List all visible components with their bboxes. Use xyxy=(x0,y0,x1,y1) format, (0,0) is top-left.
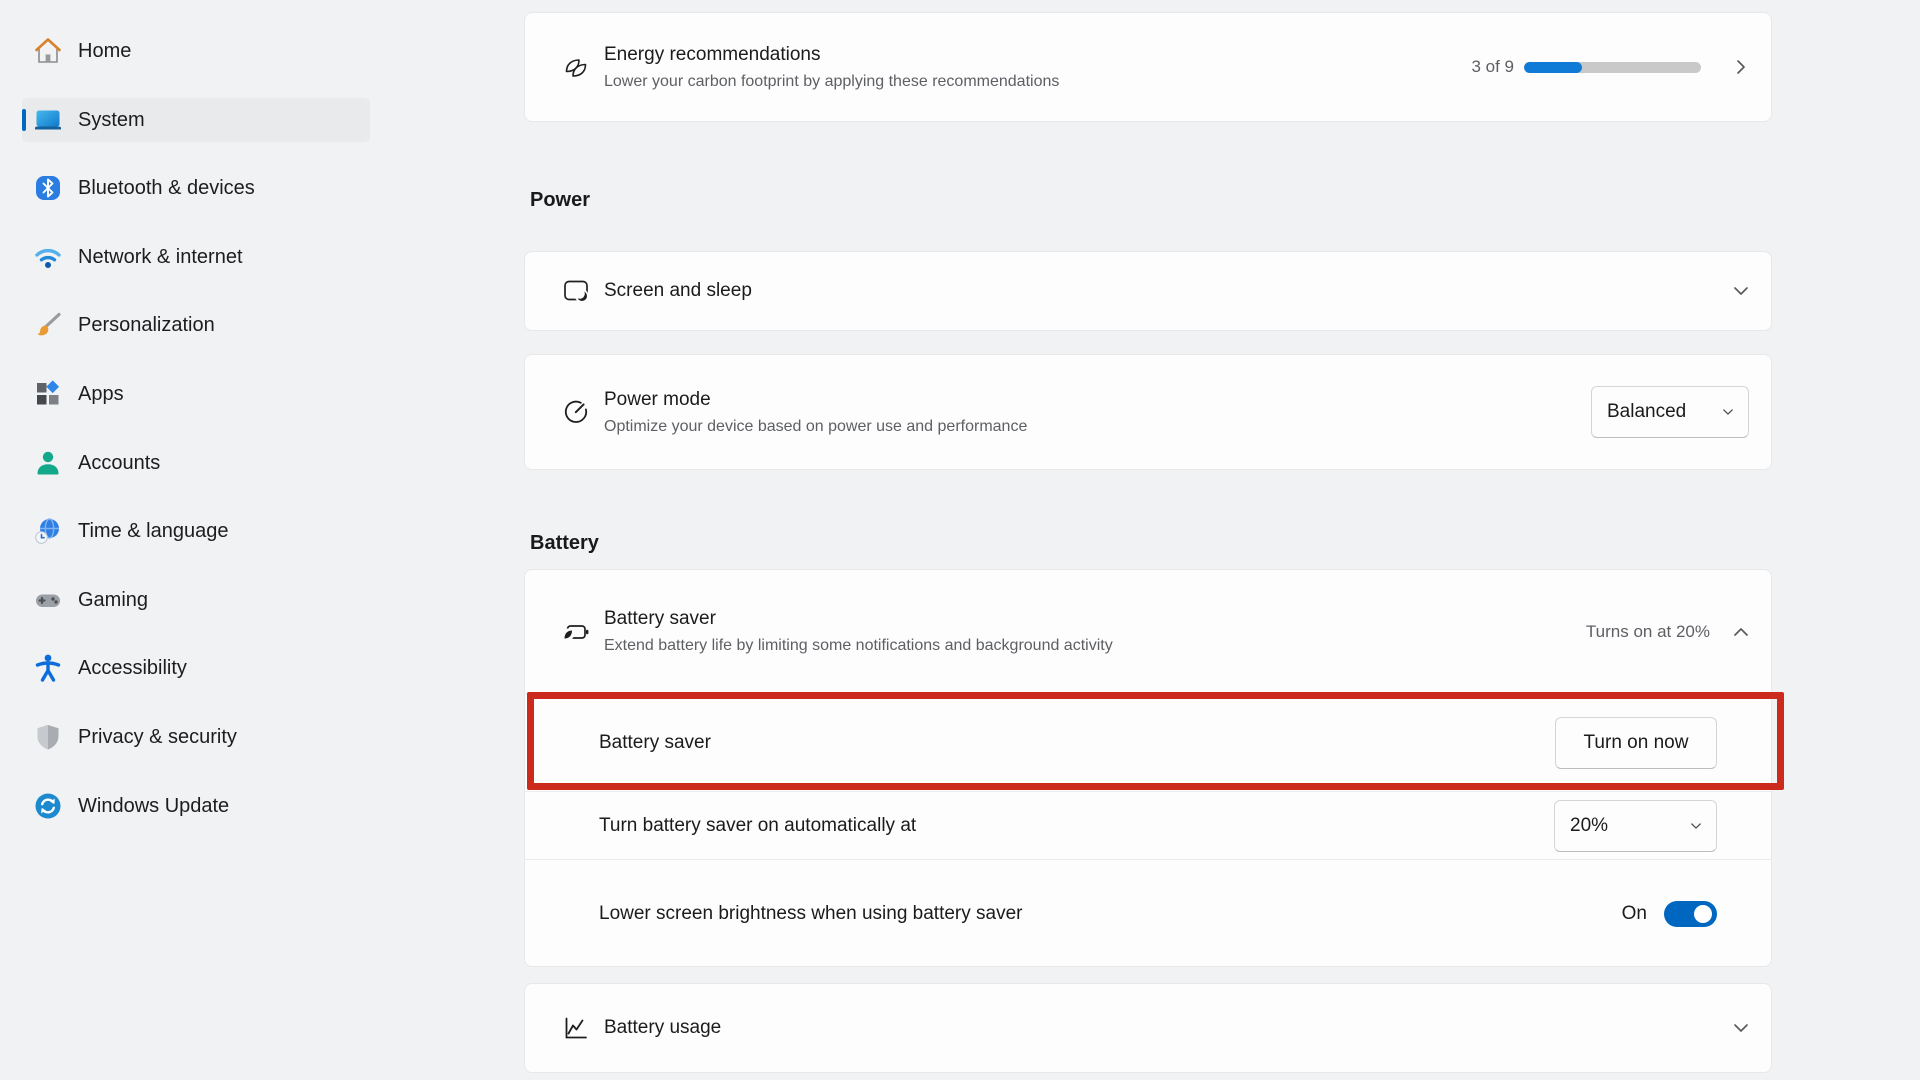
accounts-icon xyxy=(33,448,63,478)
power-section-header: Power xyxy=(530,189,590,212)
energy-progress-fill xyxy=(1524,62,1582,73)
chevron-down-icon xyxy=(1689,819,1703,833)
sidebar-item-label: Gaming xyxy=(78,589,148,612)
toggle-knob xyxy=(1694,905,1712,923)
sidebar-item-label: Accessibility xyxy=(78,657,187,680)
sidebar-item-gaming[interactable]: Gaming xyxy=(22,578,370,622)
sidebar-item-time-language[interactable]: Time & language xyxy=(22,509,370,553)
energy-recommendations-card[interactable]: Energy recommendations Lower your carbon… xyxy=(524,12,1772,122)
sidebar-item-label: Home xyxy=(78,40,131,63)
sidebar-item-label: Apps xyxy=(78,383,124,406)
sidebar-item-personalization[interactable]: Personalization xyxy=(22,303,370,347)
sidebar-item-label: System xyxy=(78,109,145,132)
sidebar-item-label: Bluetooth & devices xyxy=(78,177,255,200)
battery-saver-auto-dropdown[interactable]: 20% xyxy=(1554,800,1717,852)
sidebar-item-label: Network & internet xyxy=(78,246,243,269)
power-mode-card: Power mode Optimize your device based on… xyxy=(524,354,1772,470)
screen-and-sleep-title: Screen and sleep xyxy=(604,279,1731,303)
sidebar: Home System Bluetooth & devices xyxy=(0,0,430,1080)
accessibility-icon xyxy=(33,653,63,683)
battery-saver-auto-value: 20% xyxy=(1570,815,1608,837)
battery-usage-title: Battery usage xyxy=(604,1016,1731,1040)
battery-saver-row-label: Battery saver xyxy=(599,732,1555,754)
chevron-up-icon[interactable] xyxy=(1731,622,1751,642)
battery-saver-expander-header[interactable]: Battery saver Extend battery life by lim… xyxy=(525,570,1771,693)
battery-saver-subtitle: Extend battery life by limiting some not… xyxy=(604,636,1586,656)
chevron-down-icon xyxy=(1721,405,1735,419)
settings-window: Home System Bluetooth & devices xyxy=(0,0,1920,1080)
sidebar-item-label: Windows Update xyxy=(78,795,229,818)
system-icon xyxy=(33,105,63,135)
sidebar-item-windows-update[interactable]: Windows Update xyxy=(22,784,370,828)
sidebar-item-system[interactable]: System xyxy=(22,98,370,142)
energy-recommendations-icon xyxy=(561,52,591,82)
sidebar-item-label: Personalization xyxy=(78,314,215,337)
battery-saver-auto-label: Turn battery saver on automatically at xyxy=(599,815,1554,837)
sidebar-item-home[interactable]: Home xyxy=(22,29,370,73)
sidebar-item-privacy[interactable]: Privacy & security xyxy=(22,715,370,759)
battery-saver-title: Battery saver xyxy=(604,607,1586,631)
power-mode-subtitle: Optimize your device based on power use … xyxy=(604,417,1591,437)
toggle-state-label: On xyxy=(1622,903,1647,925)
power-mode-title: Power mode xyxy=(604,388,1591,412)
sidebar-item-bluetooth[interactable]: Bluetooth & devices xyxy=(22,166,370,210)
windows-update-icon xyxy=(33,791,63,821)
brightness-row: Lower screen brightness when using batte… xyxy=(525,859,1771,968)
chevron-down-icon[interactable] xyxy=(1731,281,1751,301)
turn-on-now-label: Turn on now xyxy=(1584,732,1689,754)
energy-recommendations-title: Energy recommendations xyxy=(604,43,1471,67)
energy-progress-bar xyxy=(1524,62,1701,73)
gaming-icon xyxy=(33,585,63,615)
power-mode-dropdown-value: Balanced xyxy=(1607,401,1686,423)
selected-accent-bar xyxy=(22,109,26,131)
brightness-toggle[interactable] xyxy=(1664,901,1717,927)
sidebar-item-label: Time & language xyxy=(78,520,228,543)
sidebar-item-label: Accounts xyxy=(78,452,160,475)
apps-icon xyxy=(33,379,63,409)
network-icon xyxy=(33,242,63,272)
privacy-icon xyxy=(33,722,63,752)
battery-saver-status: Turns on at 20% xyxy=(1586,622,1710,642)
chevron-right-icon[interactable] xyxy=(1731,57,1751,77)
sidebar-item-label: Privacy & security xyxy=(78,726,237,749)
chevron-down-icon[interactable] xyxy=(1731,1018,1751,1038)
bluetooth-icon xyxy=(33,173,63,203)
power-mode-icon xyxy=(561,397,591,427)
battery-saver-auto-row: Turn battery saver on automatically at 2… xyxy=(525,791,1771,859)
battery-section-header: Battery xyxy=(530,532,599,555)
sidebar-item-network[interactable]: Network & internet xyxy=(22,235,370,279)
battery-saver-card: Battery saver Extend battery life by lim… xyxy=(524,569,1772,967)
sidebar-item-apps[interactable]: Apps xyxy=(22,372,370,416)
screen-and-sleep-icon xyxy=(561,276,591,306)
battery-usage-card[interactable]: Battery usage xyxy=(524,983,1772,1073)
sidebar-item-accessibility[interactable]: Accessibility xyxy=(22,646,370,690)
power-mode-dropdown[interactable]: Balanced xyxy=(1591,386,1749,438)
energy-recommendations-subtitle: Lower your carbon footprint by applying … xyxy=(604,72,1471,92)
battery-saver-icon xyxy=(561,617,591,647)
screen-and-sleep-card[interactable]: Screen and sleep xyxy=(524,251,1772,331)
personalization-icon xyxy=(33,310,63,340)
home-icon xyxy=(33,36,63,66)
brightness-row-label: Lower screen brightness when using batte… xyxy=(599,903,1622,925)
battery-usage-icon xyxy=(561,1013,591,1043)
turn-on-now-button[interactable]: Turn on now xyxy=(1555,717,1717,769)
sidebar-item-accounts[interactable]: Accounts xyxy=(22,441,370,485)
battery-saver-row: Battery saver Turn on now xyxy=(525,693,1771,791)
energy-progress-label: 3 of 9 xyxy=(1471,57,1514,77)
time-language-icon xyxy=(33,516,63,546)
